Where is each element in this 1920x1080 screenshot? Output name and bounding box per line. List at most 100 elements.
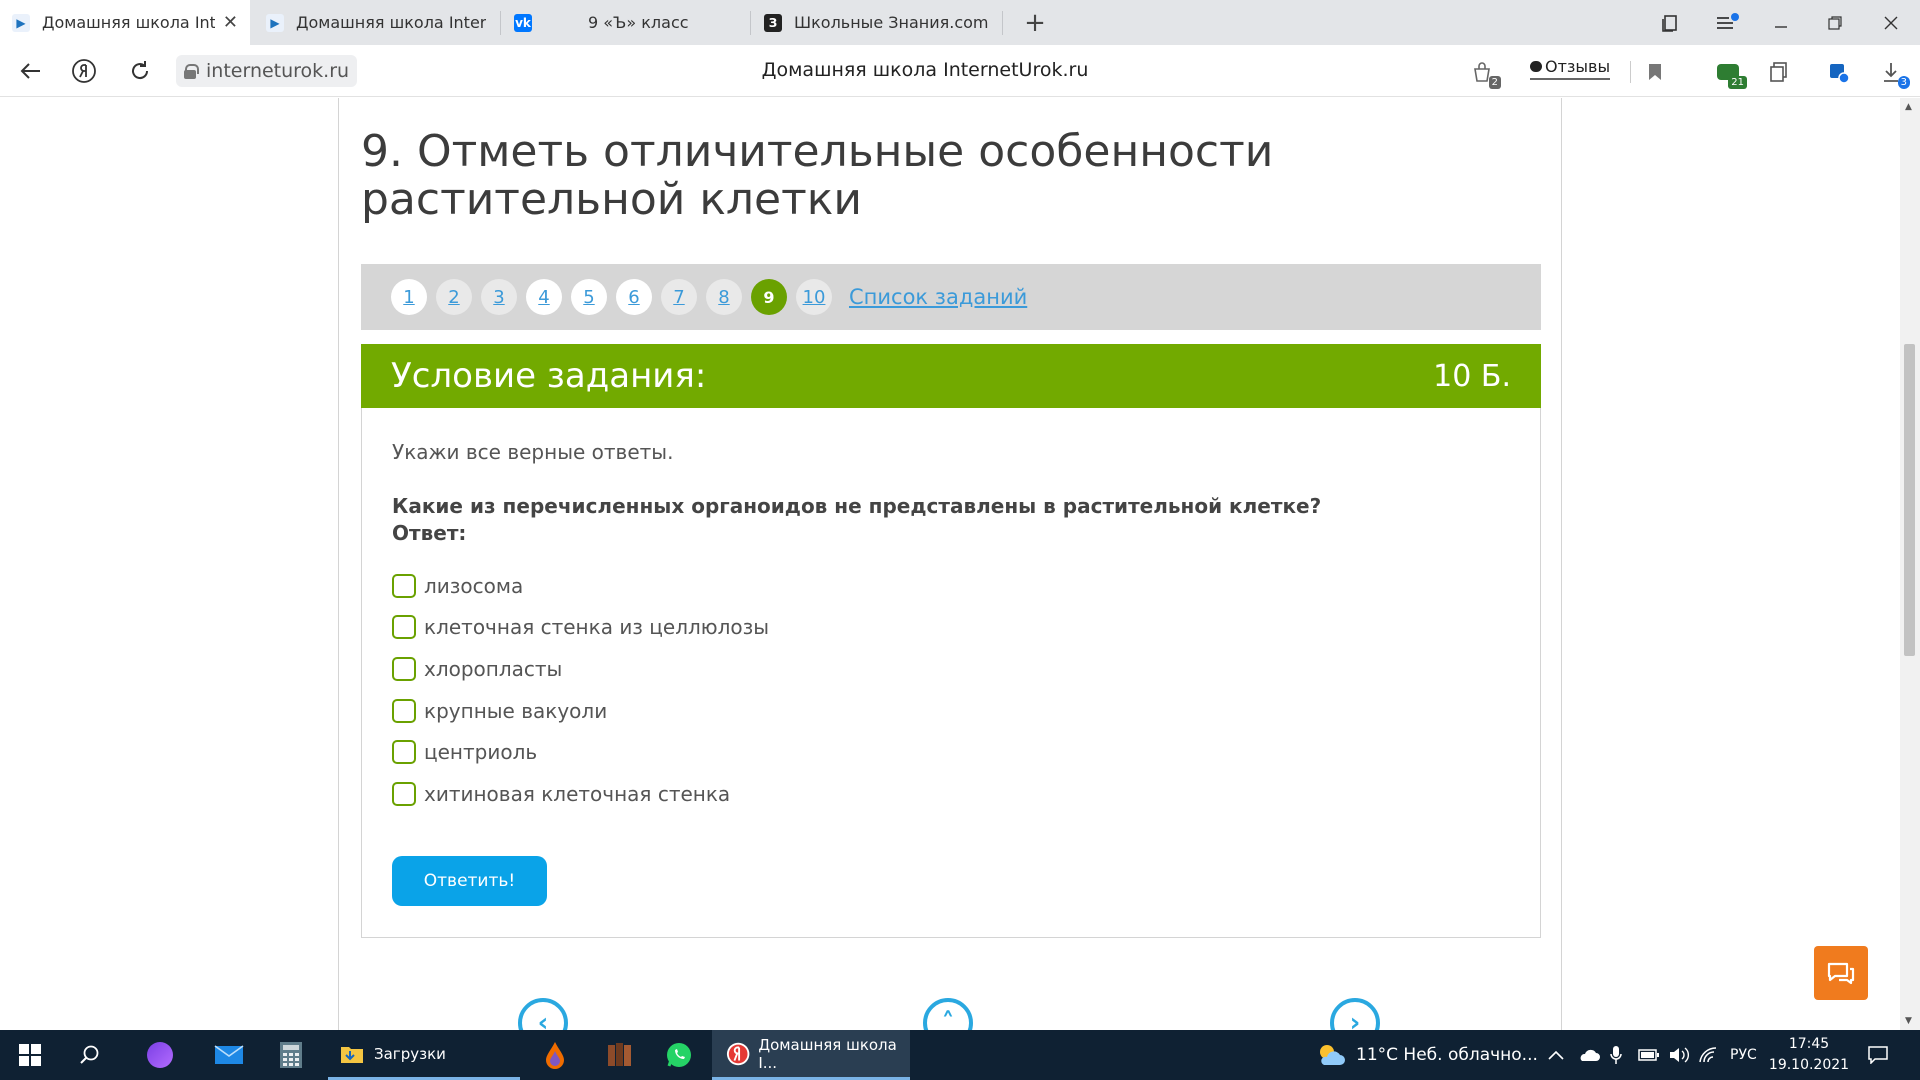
task-list-link[interactable]: Список заданий: [849, 285, 1027, 309]
chat-button[interactable]: [1814, 946, 1868, 1000]
clock-date: 19.10.2021: [1768, 1057, 1850, 1073]
option-label: клеточная стенка из целлюлозы: [424, 615, 770, 640]
tab-znanija[interactable]: З Школьные Знания.com - Р: [752, 0, 1002, 45]
minimize-icon[interactable]: [1756, 0, 1806, 45]
option-checkbox[interactable]: [392, 615, 416, 640]
option-label: крупные вакуоли: [424, 698, 608, 723]
speech-bubble-icon: [1530, 61, 1542, 72]
windows-logo-icon: [19, 1044, 41, 1066]
task-heading: 9. Отметь отличительные особенности раст…: [361, 126, 1274, 225]
page-link-1[interactable]: 1: [391, 279, 427, 315]
clock-time: 17:45: [1788, 1036, 1830, 1052]
notes-icon[interactable]: [1764, 57, 1794, 87]
page-link-8[interactable]: 8: [706, 279, 742, 315]
taskbar-downloads-folder[interactable]: Загрузки: [328, 1030, 520, 1080]
option-label: центриоль: [424, 740, 538, 765]
option-checkbox[interactable]: [392, 573, 416, 598]
url-field[interactable]: interneturok.ru: [176, 55, 358, 87]
system-clock[interactable]: 17:45 19.10.2021: [1768, 1034, 1850, 1076]
task-question: Какие из перечисленных органоидов не пре…: [392, 493, 1321, 547]
play-icon: ▶: [266, 13, 284, 32]
scroll-down-arrow-icon[interactable]: ▼: [1905, 1016, 1912, 1026]
mail-app-icon[interactable]: [202, 1030, 256, 1080]
tab-vk-class[interactable]: vk 9 «Ъ» класс: [502, 0, 746, 45]
start-button[interactable]: [0, 1030, 60, 1080]
wifi-icon[interactable]: [1698, 1030, 1718, 1080]
calculator-icon[interactable]: [266, 1030, 316, 1080]
option-chloroplasts[interactable]: хлоропласты: [392, 648, 769, 690]
option-checkbox[interactable]: [392, 656, 416, 681]
reviews-button[interactable]: Отзывы: [1530, 57, 1611, 80]
tab-interneturok-1[interactable]: ▶ Домашняя школа Inter ✕: [0, 0, 250, 45]
book-app-icon[interactable]: [592, 1030, 648, 1080]
taskbar-yandex-browser[interactable]: Домашняя школа I...: [712, 1030, 910, 1080]
option-checkbox[interactable]: [392, 698, 416, 723]
mail-icon[interactable]: 21: [1713, 57, 1747, 89]
search-icon[interactable]: [62, 1030, 118, 1080]
option-checkbox[interactable]: [392, 740, 416, 765]
page-link-9-current[interactable]: 9: [751, 279, 787, 315]
notifications-icon[interactable]: [1868, 1030, 1888, 1080]
language-indicator[interactable]: РУС: [1730, 1030, 1757, 1080]
option-cellulose-wall[interactable]: клеточная стенка из целлюлозы: [392, 607, 769, 649]
scroll-up-arrow-icon[interactable]: ▲: [1905, 102, 1912, 112]
alice-icon[interactable]: [134, 1030, 186, 1080]
option-centriole[interactable]: центриоль: [392, 731, 769, 773]
option-lysosome[interactable]: лизосома: [392, 565, 769, 607]
weather-icon: [1320, 1045, 1345, 1065]
answer-label: Ответ:: [392, 521, 467, 545]
task-instruction: Укажи все верные ответы.: [392, 440, 674, 464]
page-link-3[interactable]: 3: [481, 279, 517, 315]
weather-text: 11°C Неб. облачно...: [1356, 1045, 1538, 1065]
tab-bar: ▶ Домашняя школа Inter ✕ ▶ Домашняя школ…: [0, 0, 1920, 45]
bookmark-icon[interactable]: [1640, 57, 1670, 87]
restore-icon[interactable]: [1810, 0, 1860, 45]
whatsapp-icon[interactable]: [654, 1030, 704, 1080]
page-link-4[interactable]: 4: [526, 279, 562, 315]
onedrive-icon[interactable]: [1578, 1030, 1600, 1080]
yandex-browser-icon: [726, 1042, 750, 1065]
tab-title: Школьные Знания.com - Р: [794, 13, 990, 32]
page-link-7[interactable]: 7: [661, 279, 697, 315]
extension-icon[interactable]: [1823, 57, 1853, 87]
downloads-icon[interactable]: 3: [1876, 57, 1910, 89]
taskbar-item-label: Загрузки: [374, 1044, 446, 1063]
page-scrollbar[interactable]: ▲ ▼: [1900, 98, 1920, 1030]
back-icon[interactable]: [12, 53, 48, 89]
option-vacuoles[interactable]: крупные вакуоли: [392, 690, 769, 732]
page-link-5[interactable]: 5: [571, 279, 607, 315]
tab-title: Домашняя школа Inter: [42, 13, 215, 32]
reload-icon[interactable]: [122, 53, 158, 89]
drop-app-icon[interactable]: [528, 1030, 582, 1080]
page-link-6[interactable]: 6: [616, 279, 652, 315]
menu-icon[interactable]: [1702, 0, 1752, 45]
scroll-thumb[interactable]: [1904, 344, 1915, 656]
page-title: Домашняя школа InternetUrok.ru: [761, 59, 1089, 81]
badge-count: 2: [1488, 76, 1501, 89]
badge-count: 3: [1897, 76, 1910, 89]
protect-icon[interactable]: 2: [1467, 57, 1501, 89]
page-link-2[interactable]: 2: [436, 279, 472, 315]
page-link-10[interactable]: 10: [796, 279, 832, 315]
collections-icon[interactable]: [1645, 0, 1695, 45]
play-icon: ▶: [12, 13, 30, 32]
submit-answer-button[interactable]: Ответить!: [392, 856, 547, 906]
task-points: 10 Б.: [1433, 358, 1511, 394]
tab-divider: [500, 11, 501, 35]
tab-interneturok-2[interactable]: ▶ Домашняя школа Internet: [254, 0, 498, 45]
option-checkbox[interactable]: [392, 781, 416, 806]
volume-icon[interactable]: [1668, 1030, 1690, 1080]
close-icon[interactable]: ✕: [223, 12, 238, 33]
badge-count: 21: [1728, 76, 1747, 89]
close-window-icon[interactable]: [1866, 0, 1916, 45]
weather-widget[interactable]: 11°C Неб. облачно...: [1316, 1030, 1538, 1080]
battery-icon[interactable]: [1638, 1030, 1660, 1080]
vk-icon: vk: [514, 13, 532, 32]
yandex-icon[interactable]: [66, 53, 102, 89]
tray-chevron-icon[interactable]: [1548, 1030, 1564, 1080]
microphone-icon[interactable]: [1610, 1030, 1622, 1080]
new-tab-button[interactable]: +: [1020, 8, 1050, 38]
option-label: хлоропласты: [424, 656, 563, 681]
option-label: хитиновая клеточная стенка: [424, 781, 731, 806]
option-chitin-wall[interactable]: хитиновая клеточная стенка: [392, 773, 769, 815]
